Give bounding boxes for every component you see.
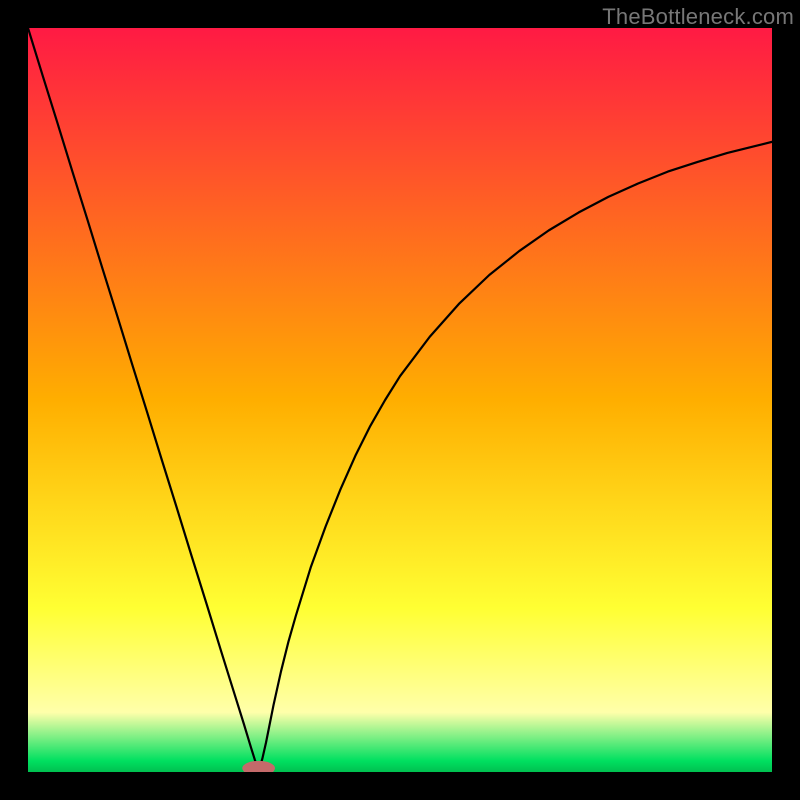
watermark-text: TheBottleneck.com (602, 4, 794, 30)
gradient-background (28, 28, 772, 772)
bottleneck-chart (28, 28, 772, 772)
chart-frame (28, 28, 772, 772)
